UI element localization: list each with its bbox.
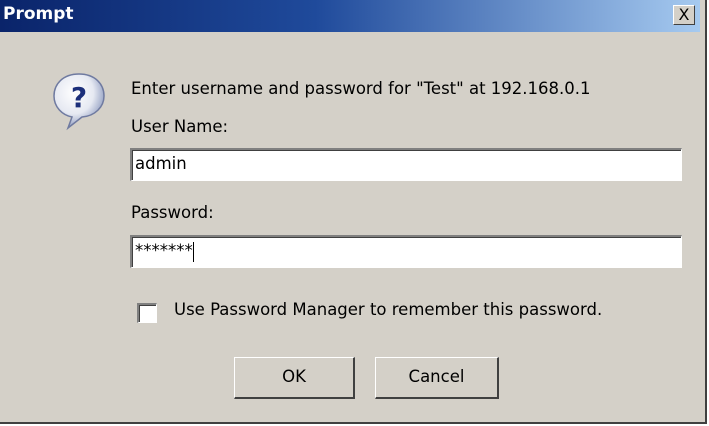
window-title: Prompt [3, 4, 74, 24]
close-button[interactable]: X [673, 5, 695, 25]
remember-password-label[interactable]: Use Password Manager to remember this pa… [174, 300, 602, 319]
cancel-button[interactable]: Cancel [375, 357, 499, 399]
username-value: admin [135, 154, 187, 173]
password-value: ******* [135, 241, 193, 260]
close-icon: X [678, 5, 690, 24]
question-icon: ? [53, 73, 105, 131]
username-label: User Name: [131, 117, 229, 136]
ok-button[interactable]: OK [234, 357, 355, 399]
username-input[interactable]: admin [130, 148, 682, 181]
password-input[interactable]: ******* [130, 235, 682, 268]
text-cursor [192, 241, 194, 262]
prompt-dialog: Prompt X ? Enter username and password f… [0, 0, 707, 424]
svg-text:?: ? [71, 81, 87, 114]
remember-password-checkbox[interactable] [137, 303, 157, 323]
title-bar[interactable]: Prompt X [0, 0, 700, 32]
prompt-message: Enter username and password for "Test" a… [131, 79, 591, 98]
password-label: Password: [131, 203, 214, 222]
